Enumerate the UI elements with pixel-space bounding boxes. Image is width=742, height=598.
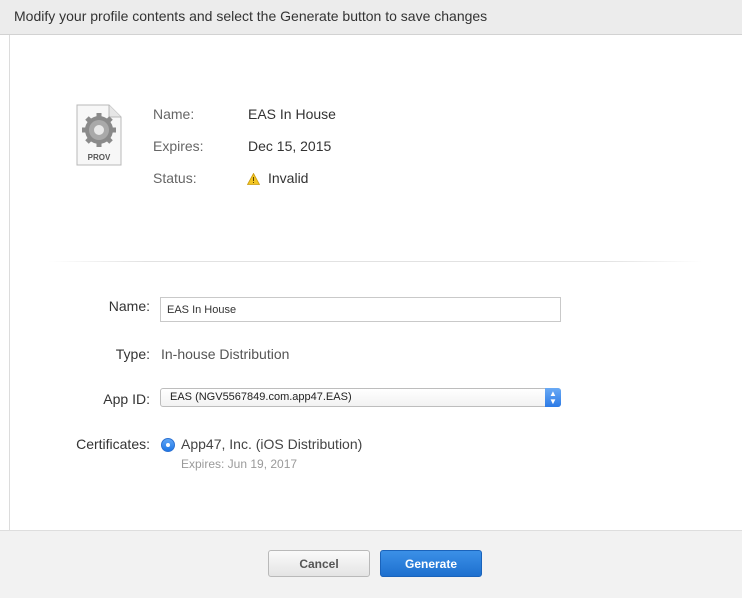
app-id-selected-value: EAS (NGV5567849.com.app47.EAS) — [170, 391, 352, 403]
summary-name-label: Name: — [153, 106, 195, 122]
app-id-select[interactable]: EAS (NGV5567849.com.app47.EAS) ▲ ▼ — [160, 388, 561, 407]
summary-expires-label: Expires: — [153, 138, 204, 154]
summary-expires-value: Dec 15, 2015 — [248, 138, 332, 154]
cancel-button[interactable]: Cancel — [268, 550, 370, 577]
prov-icon-label: PROV — [88, 153, 111, 162]
profile-name-input[interactable] — [160, 297, 561, 322]
chevron-updown-icon: ▲ ▼ — [545, 388, 561, 407]
type-value: In-house Distribution — [161, 346, 290, 362]
summary-status-value: Invalid — [268, 170, 309, 186]
certificate-expires: Expires: Jun 19, 2017 — [181, 457, 298, 471]
generate-button[interactable]: Generate — [380, 550, 482, 577]
provisioning-profile-icon: PROV — [75, 103, 123, 167]
certificates-label: Certificates: — [76, 436, 150, 452]
summary-status-label: Status: — [153, 170, 197, 186]
name-field-label: Name: — [108, 298, 150, 314]
type-label: Type: — [115, 346, 150, 362]
footer-bar — [0, 530, 742, 598]
certificate-radio[interactable] — [161, 438, 175, 452]
instruction-text: Modify your profile contents and select … — [14, 8, 488, 24]
summary-name-value: EAS In House — [248, 106, 336, 122]
panel-left-border — [9, 35, 10, 530]
section-divider — [48, 261, 703, 262]
warning-icon — [246, 172, 261, 185]
instruction-header: Modify your profile contents and select … — [0, 0, 742, 35]
app-id-label: App ID: — [103, 391, 150, 407]
certificate-name: App47, Inc. (iOS Distribution) — [181, 436, 363, 452]
